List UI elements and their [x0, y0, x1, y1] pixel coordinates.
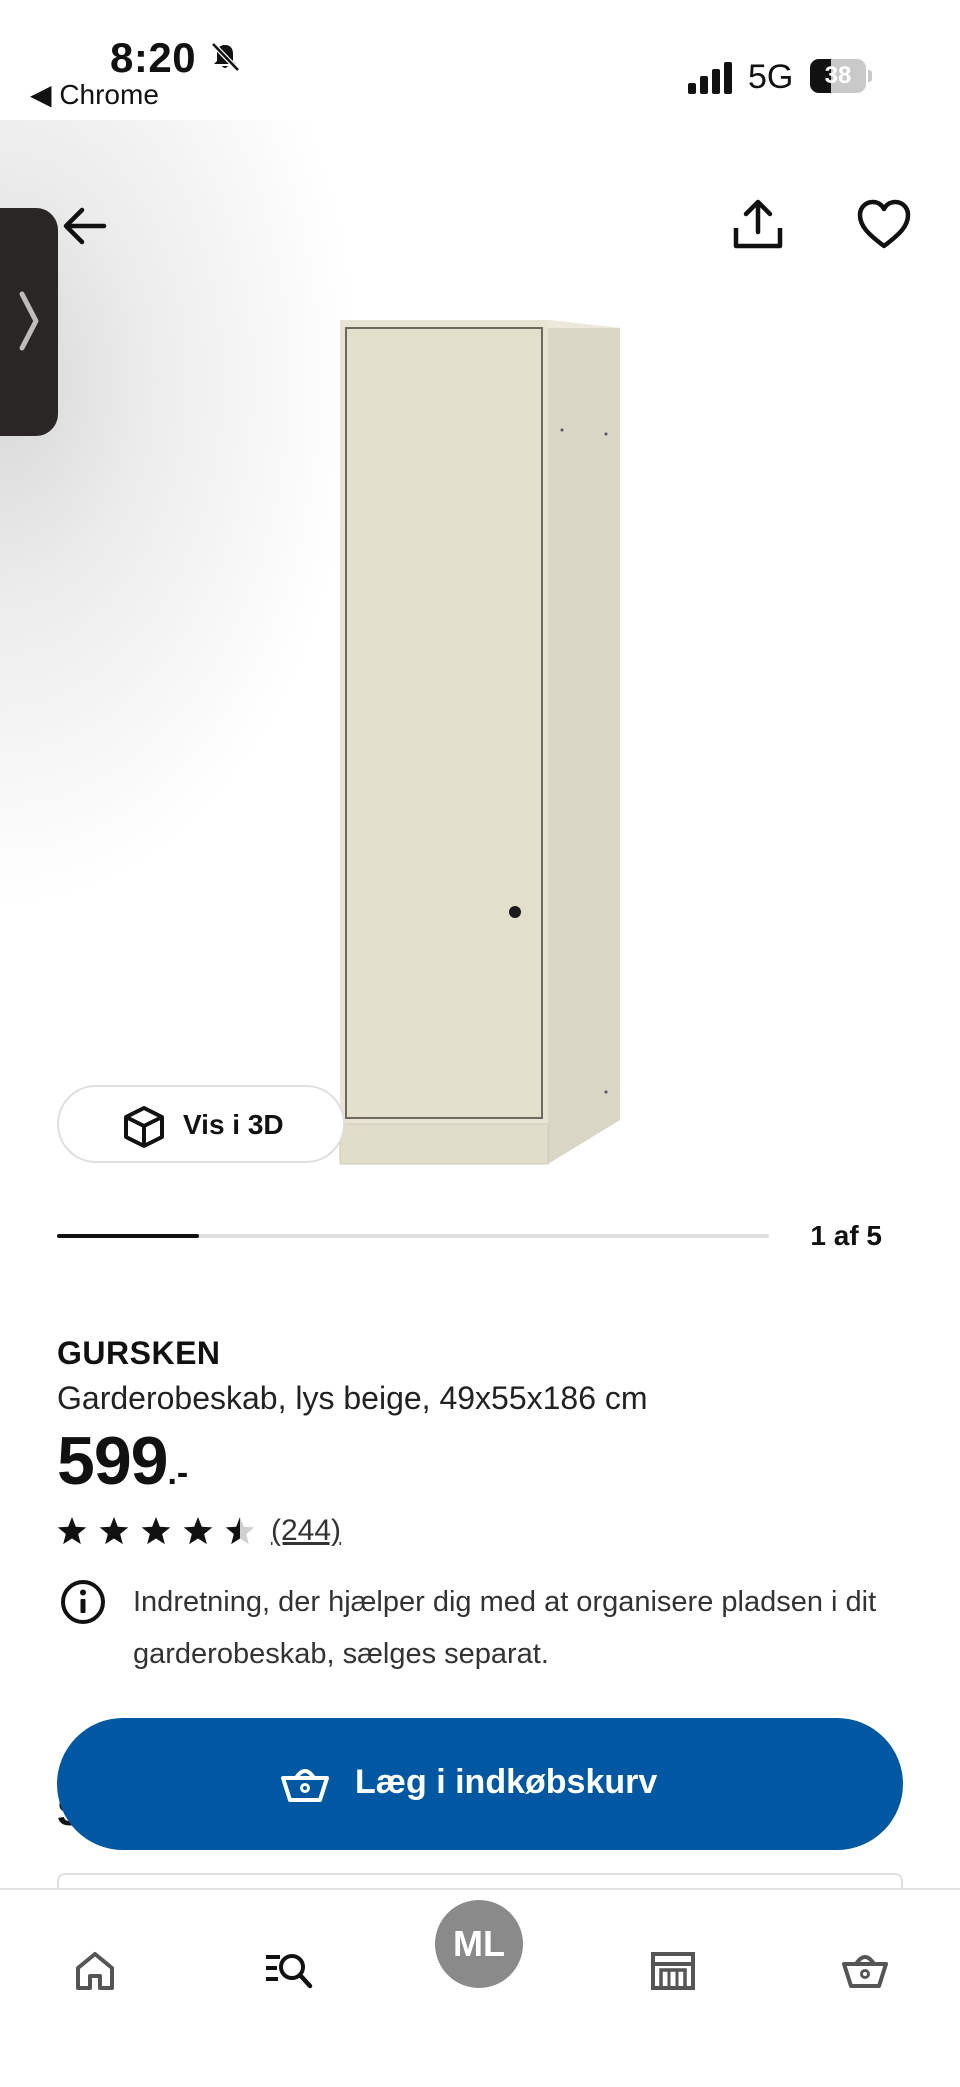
arrow-left-icon [63, 207, 107, 245]
price-suffix: .- [167, 1454, 189, 1492]
search-list-icon [266, 1954, 313, 1989]
rating-star-icon [141, 1517, 171, 1545]
basket-icon [842, 1955, 888, 1988]
rating-stars [57, 1517, 255, 1545]
view-in-3d-label: Vis i 3D [183, 1109, 284, 1140]
battery-indicator: 38 [810, 59, 872, 93]
rating-star-icon [57, 1517, 87, 1545]
review-count-link[interactable]: (244) [271, 1514, 341, 1548]
rating-star-icon [183, 1517, 213, 1545]
rating-star-icon [99, 1517, 129, 1545]
signal-icon [688, 62, 732, 94]
tab-home[interactable] [55, 1930, 135, 2010]
gallery-counter: 1 af 5 [810, 1220, 882, 1251]
tab-stores[interactable] [631, 1930, 711, 2010]
gallery-progress-fill [57, 1234, 200, 1238]
view-in-3d-button[interactable]: Vis i 3D [57, 1085, 345, 1163]
avatar[interactable]: ML [435, 1900, 523, 1988]
tab-cart[interactable] [823, 1930, 903, 2010]
back-to-app-link[interactable]: ◀ Chrome [30, 78, 159, 111]
store-icon [651, 1952, 695, 1990]
favourite-button[interactable] [848, 188, 920, 260]
home-icon [76, 1952, 114, 1990]
basket-icon [281, 1769, 329, 1802]
battery-level: 38 [824, 62, 852, 89]
network-label: 5G [748, 58, 794, 96]
price-value: 599 [57, 1423, 168, 1499]
product-price: 599.- [57, 1422, 188, 1502]
share-button[interactable] [722, 188, 794, 260]
tab-search[interactable] [246, 1930, 326, 2010]
product-description: Garderobeskab, lys beige, 49x55x186 cm [57, 1380, 648, 1416]
info-notice-text: Indretning, der hjælper dig med at organ… [133, 1586, 877, 1670]
cube-3d-icon [124, 1106, 164, 1148]
gallery-progress-bar [57, 1234, 769, 1238]
info-icon [61, 1580, 105, 1624]
status-bar: 8:20 ◀ Chrome 5G 38 [0, 0, 960, 120]
chevron-right-icon [19, 291, 39, 351]
product-photo-wardrobe [339, 320, 620, 1165]
product-name: GURSKEN [57, 1335, 221, 1371]
rating-star-icon [225, 1517, 255, 1545]
avatar-initials: ML [453, 1923, 505, 1964]
product-image-gallery[interactable]: Vis i 3D [0, 120, 960, 1200]
back-button[interactable] [50, 190, 122, 262]
heart-icon [857, 199, 911, 249]
add-to-cart-label: Læg i indkøbskurv [355, 1763, 658, 1801]
share-icon [733, 199, 783, 249]
status-time: 8:20 [110, 34, 197, 81]
add-to-cart-button[interactable]: Læg i indkøbskurv [57, 1718, 903, 1850]
bell-muted-icon [211, 42, 240, 72]
